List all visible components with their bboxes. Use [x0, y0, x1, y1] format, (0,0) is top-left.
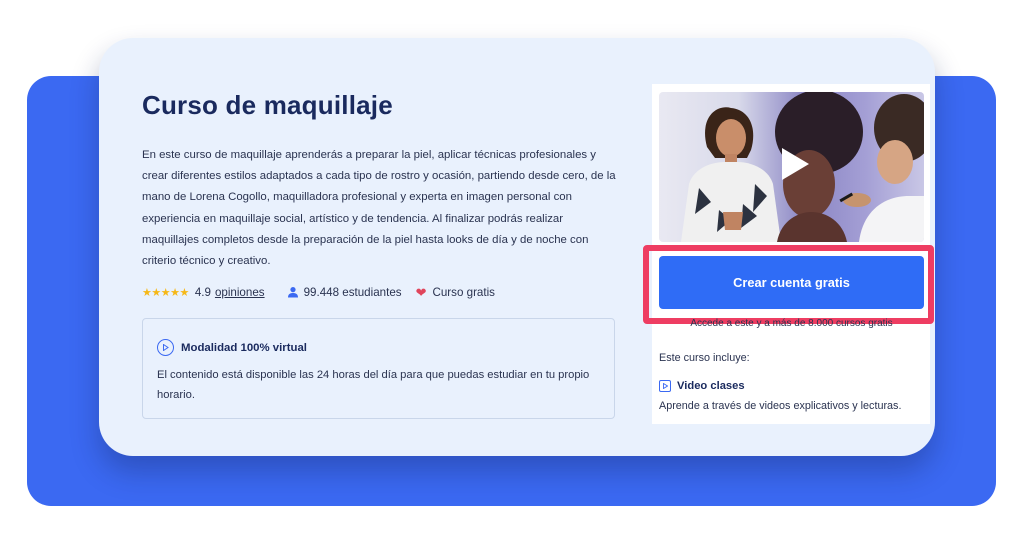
feature-video-classes: Video clases: [659, 380, 745, 392]
course-stats: ★★★★★ 4.9 opiniones 99.448 estudiantes ❤…: [142, 284, 495, 300]
modality-box: Modalidad 100% virtual El contenido está…: [142, 318, 615, 419]
access-note: Accede a este y a más de 8.000 cursos gr…: [690, 318, 893, 328]
modality-header: Modalidad 100% virtual: [157, 339, 307, 356]
reviews-link[interactable]: opiniones: [215, 286, 265, 299]
play-square-icon: [659, 380, 671, 392]
feature-title: Video clases: [677, 380, 745, 392]
price-label: Curso gratis: [432, 285, 495, 299]
course-title: Curso de maquillaje: [142, 90, 393, 120]
play-circle-icon: [157, 339, 174, 356]
create-account-button[interactable]: Crear cuenta gratis: [659, 256, 924, 309]
rating-value: 4.9: [194, 285, 211, 299]
user-icon: [287, 286, 299, 298]
modality-title: Modalidad 100% virtual: [181, 341, 307, 354]
course-description: En este curso de maquillaje aprenderás a…: [142, 149, 616, 268]
modality-text: El contenido está disponible las 24 hora…: [157, 369, 590, 401]
play-button-icon[interactable]: [776, 146, 812, 182]
feature-description: Aprende a través de videos explicativos …: [659, 400, 902, 412]
heart-icon: ❤: [415, 284, 427, 300]
star-rating-icon: ★★★★★: [142, 286, 189, 299]
includes-label: Este curso incluye:: [659, 352, 750, 364]
students-count: 99.448 estudiantes: [303, 285, 402, 299]
